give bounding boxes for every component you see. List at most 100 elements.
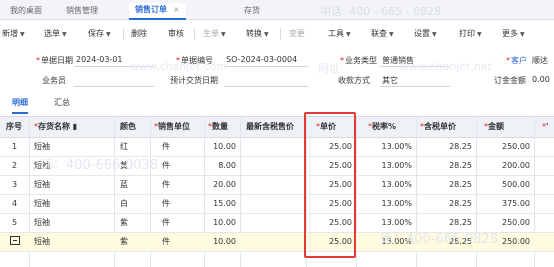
tab-my-desktop[interactable]: 我的桌面 (10, 4, 42, 20)
col-tax-price[interactable]: *含税单价 (420, 117, 456, 137)
cell-item[interactable]: 短袖 (34, 195, 50, 213)
cell-color[interactable]: 白 (120, 195, 128, 213)
convert-button[interactable]: 转换 ▼ (246, 27, 269, 41)
cell-tax-rate[interactable]: 13.00% (356, 138, 412, 156)
col-extra[interactable]: *' (542, 117, 548, 137)
cell-tax-price[interactable]: 28.25 (416, 157, 472, 175)
cell-unit[interactable]: 件 (162, 214, 170, 232)
payment-label: 收款方式 (338, 76, 370, 85)
settings-button[interactable]: 设置 ▼ (414, 27, 437, 41)
col-seq[interactable]: 序号 (6, 117, 22, 137)
delete-button[interactable]: 删除 (131, 27, 147, 41)
col-tax-rate[interactable]: *税率% (368, 117, 396, 137)
cell-qty[interactable]: 10.00 (204, 233, 236, 251)
divider (123, 28, 124, 40)
cell-amount[interactable]: 250.00 (476, 138, 530, 156)
cell-unit[interactable]: 件 (162, 157, 170, 175)
cell-amount[interactable]: 500.00 (476, 176, 530, 194)
cell-color[interactable]: 蓝 (120, 176, 128, 194)
col-qty[interactable]: *数量 (208, 117, 228, 137)
cell-tax-rate[interactable]: 13.00% (356, 157, 412, 175)
new-button[interactable]: 新增 ▼ (2, 27, 25, 41)
customer-label[interactable]: 客户 (506, 55, 527, 66)
cell-unit[interactable]: 件 (162, 176, 170, 194)
payment-field[interactable]: 其它 (382, 75, 398, 86)
tab-summary[interactable]: 汇总 (54, 96, 70, 114)
cell-item[interactable]: 短袖 (34, 214, 50, 232)
col-item[interactable]: *存货名称 ▮ (34, 117, 77, 137)
customer-field[interactable]: 顺达 (532, 55, 548, 66)
copy-from-button[interactable]: 选单 ▼ (44, 27, 67, 41)
watermark-url: www.chanjet.com (130, 60, 228, 73)
watermark-net: 网址 (318, 62, 340, 75)
audit-button[interactable]: 审核 (168, 27, 184, 41)
delivery-date-field[interactable] (224, 86, 308, 87)
tab-detail[interactable]: 明细 (12, 96, 28, 114)
cell-qty[interactable]: 10.00 (204, 214, 236, 232)
col-latest-price[interactable]: 最新含税售价 (246, 117, 294, 137)
cell-qty[interactable]: 10.00 (204, 138, 236, 156)
change-button[interactable]: 变更 (289, 27, 305, 41)
generate-button[interactable]: 生单 ▼ (203, 27, 226, 41)
col-unit[interactable]: *销售单位 (154, 117, 190, 137)
grid-header-row: 序号 *存货名称 ▮ 颜色 *销售单位 *数量 最新含税售价 *单价 *税率% … (0, 116, 554, 138)
tab-sales-order[interactable]: 销售订单 × (129, 3, 186, 20)
salesman-label: 业务员 (42, 76, 66, 85)
chevron-down-icon: ▼ (520, 31, 525, 38)
cell-tax-price[interactable]: 28.25 (416, 176, 472, 194)
field-underline (380, 86, 450, 87)
cell-unit[interactable]: 件 (162, 138, 170, 156)
deposit-label: 订金金额 (494, 76, 526, 85)
cell-tax-price[interactable]: 28.25 (416, 195, 472, 213)
chevron-down-icon: ▼ (389, 31, 394, 38)
print-button[interactable]: 打印 ▼ (459, 27, 482, 41)
watermark-phone-grid: 话：400-666-0038 (40, 158, 159, 173)
toolbar: 新增 ▼ 选单 ▼ 保存 ▼ 删除 审核 生单 ▼ 转换 ▼ 变更 工具 ▼ 联查 ▼ 设置 ▼… (0, 20, 554, 48)
cell-amount[interactable]: 375.00 (476, 195, 530, 213)
biz-type-label: 业务类型 (340, 55, 377, 66)
cell-tax-rate[interactable]: 13.00% (356, 195, 412, 213)
cell-tax-rate[interactable]: 13.00% (356, 176, 412, 194)
tab-inventory[interactable]: 存货 (244, 4, 260, 20)
chevron-down-icon: ▼ (62, 31, 67, 38)
deposit-field[interactable]: 0.00 (532, 75, 550, 84)
cell-seq: 5 (11, 218, 18, 227)
cell-item[interactable]: 短袖 (34, 176, 50, 194)
row-selector-icon[interactable] (0, 233, 29, 251)
chevron-down-icon: ▼ (477, 31, 482, 38)
cell-seq: 4 (11, 199, 18, 208)
cell-seq: 3 (11, 180, 18, 189)
col-color[interactable]: 颜色 (120, 117, 136, 137)
more-button[interactable]: 更多 ▼ (502, 27, 525, 41)
cell-unit[interactable]: 件 (162, 233, 170, 251)
cell-unit[interactable]: 件 (162, 195, 170, 213)
divider (194, 28, 195, 40)
col-amount[interactable]: *金额 (484, 117, 504, 137)
cell-qty[interactable]: 8.00 (204, 157, 236, 175)
table-row[interactable]: 4 短袖 白 件 15.00 25.00 13.00% 28.25 375.00 (0, 195, 554, 214)
save-button[interactable]: 保存 ▼ (88, 27, 111, 41)
cell-color[interactable]: 紫 (120, 233, 128, 251)
salesman-field[interactable] (74, 86, 154, 87)
doc-date-field[interactable]: 2024-03-01 (76, 55, 123, 64)
doc-no-field[interactable]: SO-2024-03-0004 (226, 55, 297, 64)
cell-tax-price[interactable]: 28.25 (416, 138, 472, 156)
watermark-url-right: www.chanjet.net (400, 60, 492, 73)
chevron-down-icon: ▼ (106, 31, 111, 38)
cell-qty[interactable]: 20.00 (204, 176, 236, 194)
cell-color[interactable]: 紫 (120, 214, 128, 232)
cell-item[interactable]: 短袖 (34, 233, 50, 251)
link-query-button[interactable]: 联查 ▼ (371, 27, 394, 41)
tab-sales-management[interactable]: 销售管理 (66, 4, 98, 20)
cell-seq: 1 (11, 142, 18, 151)
close-icon[interactable]: × (173, 5, 180, 14)
tools-button[interactable]: 工具 ▼ (328, 27, 351, 41)
chevron-down-icon: ▼ (20, 31, 25, 38)
cell-seq: 2 (11, 161, 18, 170)
cell-qty[interactable]: 15.00 (204, 195, 236, 213)
chevron-down-icon: ▼ (432, 31, 437, 38)
chevron-down-icon: ▼ (346, 31, 351, 38)
table-row[interactable]: 3 短袖 蓝 件 20.00 25.00 13.00% 28.25 500.00 (0, 176, 554, 195)
cell-amount[interactable]: 200.00 (476, 157, 530, 175)
watermark-phone: 中话: 400 - 665 - 0828 (320, 5, 442, 18)
